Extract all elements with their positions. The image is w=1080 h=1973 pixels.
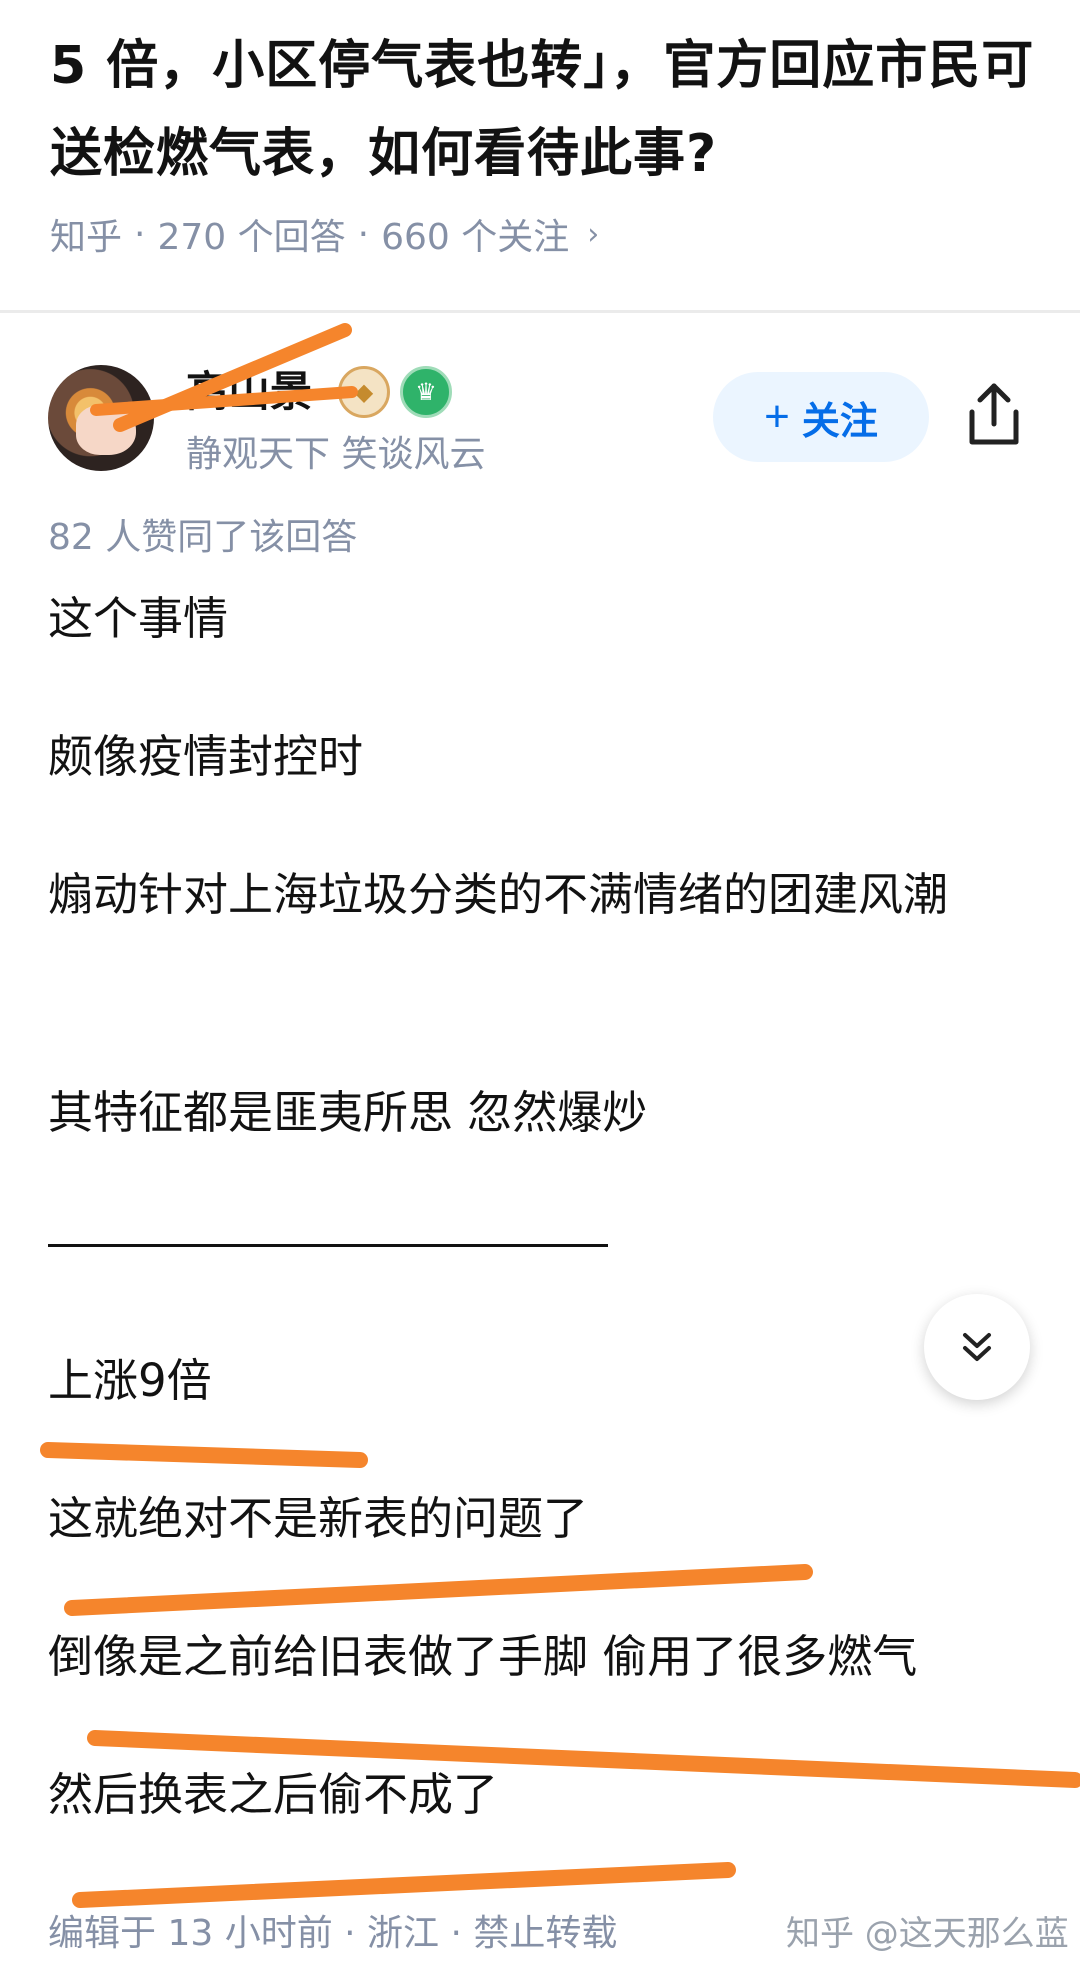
horizontal-rule [48, 1244, 608, 1247]
double-chevron-down-icon [963, 1333, 991, 1361]
watermark: 知乎 @这天那么蓝 [786, 1914, 1069, 1954]
follow-label: 关注 [801, 400, 878, 443]
author-bio: 静观天下 笑谈风云 [186, 434, 486, 475]
edit-info: 编辑于 13 小时前 · 浙江 · 禁止转载 [48, 1913, 618, 1954]
avatar[interactable] [48, 365, 154, 471]
answer-paragraph: 煽动针对上海垃圾分类的不满情绪的团建风潮 [48, 868, 949, 921]
author-name[interactable]: 高山景 [186, 358, 312, 419]
answer-paragraph: 其特征都是匪夷所思 忽然爆炒 [48, 1086, 648, 1139]
question-title[interactable]: 5 倍，小区停气表也转」，官方回应市民可送检燃气表，如何看待此事? [50, 22, 1040, 198]
trophy-badge-icon[interactable]: ♛ [400, 366, 452, 418]
answers-count: 270 个回答 [157, 217, 346, 258]
answer-paragraph: 这个事情 [48, 592, 229, 645]
separator-dot: · [357, 213, 370, 255]
answer-paragraph: 上涨9倍 [48, 1354, 212, 1407]
followers-count: 660 个关注 [381, 217, 570, 258]
separator-dot: · [134, 213, 146, 255]
annotation-underline [72, 1862, 736, 1908]
answer-paragraph: 这就绝对不是新表的问题了 [48, 1492, 589, 1545]
follow-button[interactable]: + 关注 [713, 372, 929, 462]
annotation-underline [40, 1442, 368, 1468]
plus-icon: + [764, 392, 790, 441]
answer-paragraph: 倒像是之前给旧表做了手脚 偷用了很多燃气 [48, 1630, 918, 1683]
chevron-right-icon: › [587, 216, 600, 252]
creator-badge-icon[interactable]: ◆ [338, 366, 390, 418]
annotation-underline [64, 1564, 813, 1616]
likes-count: 82 人赞同了该回答 [48, 517, 358, 558]
answer-paragraph: 然后换表之后偷不成了 [48, 1768, 499, 1821]
question-meta[interactable]: 知乎 · 270 个回答 · 660 个关注 › [50, 208, 599, 260]
share-icon[interactable] [964, 380, 1024, 450]
answer-paragraph: 颇像疫情封控时 [48, 730, 364, 783]
source-label: 知乎 [50, 217, 123, 258]
scroll-down-button[interactable] [924, 1294, 1030, 1400]
section-divider [0, 310, 1080, 313]
